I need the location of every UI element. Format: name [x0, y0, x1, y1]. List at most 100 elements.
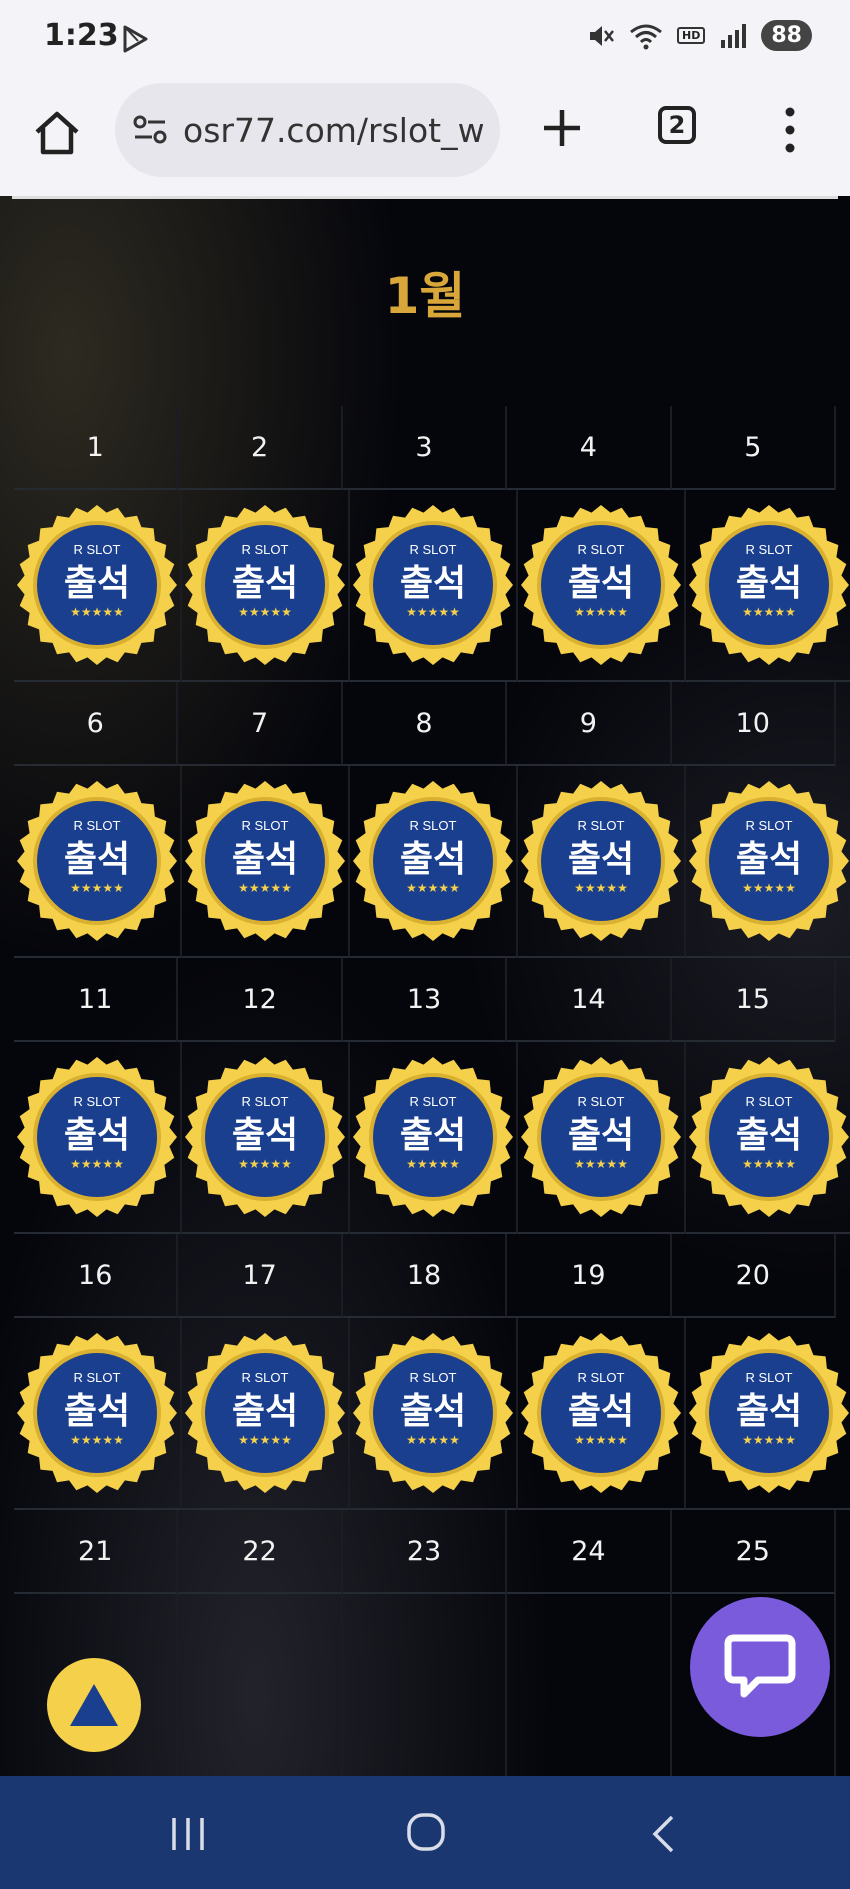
attendance-stamp-cell: R SLOT 출석 ★★★★★: [182, 490, 350, 682]
attendance-stamp-cell: R SLOT 출석 ★★★★★: [518, 490, 686, 682]
new-tab-icon[interactable]: [540, 106, 584, 150]
day-number: 11: [14, 958, 179, 1042]
badge-label: 출석: [568, 1391, 634, 1432]
badge-brand: R SLOT: [242, 542, 289, 557]
week-header-row: 11 12 13 14 15: [14, 958, 836, 1042]
week-stamp-row: R SLOT 출석 ★★★★★ R SLOT 출석 ★★★★★ R SLOT 출석 ★★★★★ R…: [14, 1042, 850, 1234]
day-number: 13: [342, 958, 508, 1042]
status-time: 1:23: [44, 18, 119, 53]
week-header-row: 12345: [14, 406, 836, 490]
back-nav-icon[interactable]: [650, 1814, 676, 1854]
attendance-stamp-cell: R SLOT 출석 ★★★★★: [686, 490, 850, 682]
status-icons: HD 88: [587, 20, 812, 51]
empty-day-cell: [178, 1594, 343, 1776]
attendance-stamp-icon: R SLOT 출석★★★★★: [185, 1057, 345, 1217]
badge-brand: R SLOT: [242, 1094, 289, 1109]
live-chat-button[interactable]: [690, 1597, 830, 1737]
day-number: 10: [671, 682, 836, 766]
day-number: 22: [178, 1510, 343, 1594]
attendance-stamp-icon: R SLOT 출석★★★★★: [353, 1333, 513, 1493]
day-number: 20: [671, 1234, 836, 1318]
badge-brand: R SLOT: [74, 1370, 121, 1385]
badge-brand: R SLOT: [74, 542, 121, 557]
attendance-stamp-cell: R SLOT 출석 ★★★★★: [686, 1042, 850, 1234]
badge-label: 출석: [568, 563, 634, 604]
badge-stars: ★★★★★: [574, 1157, 628, 1171]
attendance-stamp-cell: R SLOT 출석 ★★★★★: [518, 1042, 686, 1234]
day-number: 21: [14, 1510, 179, 1594]
chat-bubble-icon: [724, 1634, 796, 1698]
attendance-stamp-cell: R SLOT 출석 ★★★★★: [350, 766, 518, 958]
badge-label: 출석: [232, 839, 298, 880]
week-stamp-row: R SLOT 출석 ★★★★★ R SLOT 출석 ★★★★★ R SLOT 출석 ★★★★★ R…: [14, 1318, 850, 1510]
badge-brand: R SLOT: [746, 542, 793, 557]
attendance-stamp-icon: R SLOT 출석★★★★★: [689, 1057, 849, 1217]
day-number: 3: [342, 406, 508, 490]
attendance-stamp-icon: R SLOT 출석★★★★★: [521, 1057, 681, 1217]
attendance-stamp-icon: R SLOT 출석★★★★★: [689, 505, 849, 665]
badge-label: 출석: [64, 1115, 130, 1156]
badge-label: 출석: [736, 1115, 802, 1156]
attendance-stamp-icon: R SLOT 출석★★★★★: [17, 505, 177, 665]
system-nav-bar: [0, 1776, 850, 1889]
day-number: 9: [507, 682, 672, 766]
week-stamp-row: R SLOT 출석 ★★★★★ R SLOT 출석 ★★★★★ R SLOT 출석 ★★★★★ R…: [14, 490, 850, 682]
attendance-stamp-cell: R SLOT 출석 ★★★★★: [14, 766, 182, 958]
attendance-stamp-cell: R SLOT 출석 ★★★★★: [14, 1318, 182, 1510]
badge-label: 출석: [568, 839, 634, 880]
home-nav-icon[interactable]: [406, 1812, 446, 1852]
day-number: 19: [507, 1234, 672, 1318]
address-bar[interactable]: osr77.com/rslot_w: [115, 83, 500, 177]
tab-switcher-button[interactable]: 2: [658, 106, 696, 144]
badge-stars: ★★★★★: [70, 1433, 124, 1447]
attendance-stamp-cell: R SLOT 출석 ★★★★★: [350, 1042, 518, 1234]
badge-brand: R SLOT: [578, 1370, 625, 1385]
site-settings-icon[interactable]: [131, 110, 171, 150]
attendance-stamp-cell: R SLOT 출석 ★★★★★: [350, 1318, 518, 1510]
recent-apps-icon[interactable]: [168, 1816, 208, 1852]
more-menu-icon[interactable]: [780, 106, 800, 154]
day-number: 7: [178, 682, 343, 766]
attendance-stamp-cell: R SLOT 출석 ★★★★★: [182, 1042, 350, 1234]
badge-stars: ★★★★★: [238, 1157, 292, 1171]
badge-brand: R SLOT: [410, 1370, 457, 1385]
attendance-stamp-cell: R SLOT 출석 ★★★★★: [182, 766, 350, 958]
badge-label: 출석: [232, 563, 298, 604]
badge-label: 출석: [400, 563, 466, 604]
attendance-stamp-cell: R SLOT 출석 ★★★★★: [350, 490, 518, 682]
scroll-to-top-button[interactable]: [47, 1658, 141, 1752]
day-number: 23: [342, 1510, 508, 1594]
badge-brand: R SLOT: [410, 818, 457, 833]
attendance-stamp-cell: R SLOT 출석 ★★★★★: [686, 1318, 850, 1510]
day-number: 12: [178, 958, 343, 1042]
attendance-stamp-icon: R SLOT 출석★★★★★: [185, 1333, 345, 1493]
day-number: 15: [671, 958, 836, 1042]
badge-stars: ★★★★★: [406, 605, 460, 619]
badge-stars: ★★★★★: [742, 605, 796, 619]
day-number: 2: [178, 406, 343, 490]
week-header-row: 6 7 8 9 10: [14, 682, 836, 766]
badge-stars: ★★★★★: [70, 605, 124, 619]
play-store-icon: [123, 25, 148, 53]
badge-label: 출석: [400, 839, 466, 880]
attendance-page: 1월 12345R SLOT 출석 ★★★★★ R SLOT 출석 ★★★★★ R SLOT…: [0, 196, 850, 1776]
badge-brand: R SLOT: [74, 818, 121, 833]
attendance-stamp-cell: R SLOT 출석 ★★★★★: [518, 766, 686, 958]
day-number: 24: [507, 1510, 672, 1594]
empty-day-cell: [507, 1594, 672, 1776]
month-title: 1월: [384, 267, 466, 325]
badge-brand: R SLOT: [74, 1094, 121, 1109]
attendance-stamp-icon: R SLOT 출석★★★★★: [353, 1057, 513, 1217]
day-number: 18: [342, 1234, 508, 1318]
home-icon[interactable]: [32, 108, 82, 158]
attendance-stamp-cell: R SLOT 출석 ★★★★★: [14, 490, 182, 682]
attendance-stamp-icon: R SLOT 출석★★★★★: [353, 781, 513, 941]
week-stamp-row: R SLOT 출석 ★★★★★ R SLOT 출석 ★★★★★ R SLOT 출석 ★★★★★ R…: [14, 766, 850, 958]
day-number: 6: [14, 682, 179, 766]
badge-stars: ★★★★★: [70, 881, 124, 895]
hd-voice-icon: HD: [677, 27, 706, 44]
attendance-stamp-icon: R SLOT 출석★★★★★: [17, 781, 177, 941]
badge-label: 출석: [64, 839, 130, 880]
battery-indicator: 88: [761, 20, 812, 51]
url-text[interactable]: osr77.com/rslot_w: [183, 111, 483, 150]
